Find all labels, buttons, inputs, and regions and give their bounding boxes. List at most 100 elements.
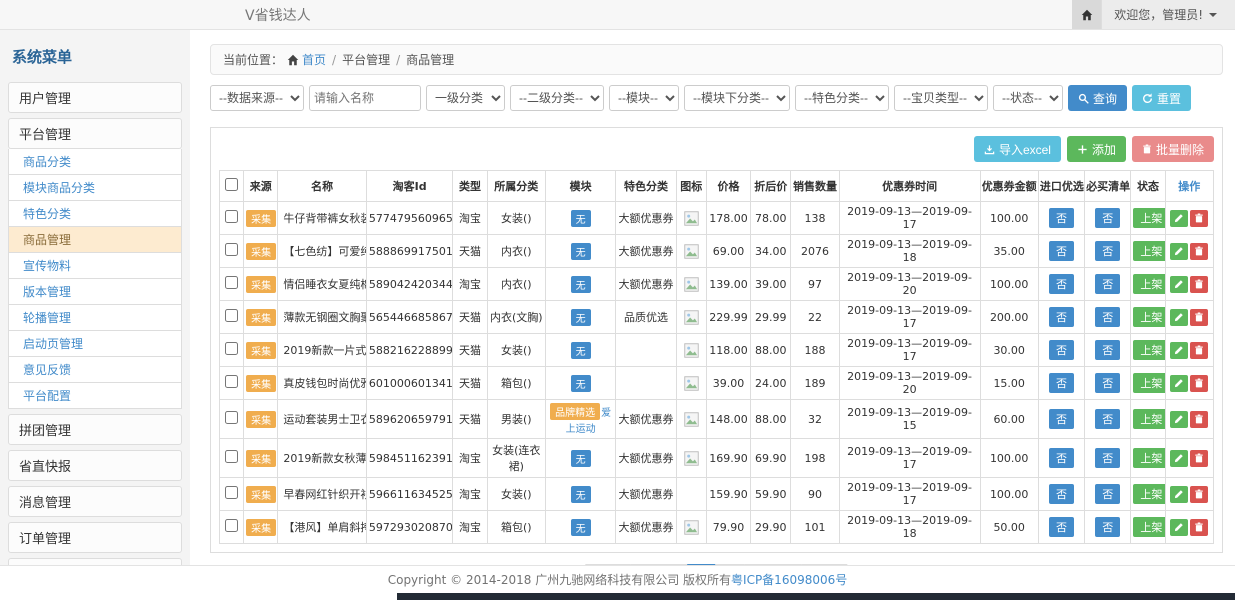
- sidebar-item-14[interactable]: 消息管理: [8, 486, 182, 517]
- edit-button[interactable]: [1170, 450, 1188, 467]
- edit-button[interactable]: [1170, 375, 1188, 392]
- row-checkbox[interactable]: [225, 411, 238, 424]
- add-button[interactable]: 添加: [1067, 136, 1126, 162]
- must-buy-toggle[interactable]: 否: [1095, 307, 1120, 327]
- status-button[interactable]: 上架: [1133, 448, 1165, 468]
- delete-button[interactable]: [1190, 519, 1208, 536]
- pager-button-0[interactable]: 首页: [585, 564, 631, 566]
- sidebar-item-15[interactable]: 订单管理: [8, 522, 182, 553]
- row-checkbox[interactable]: [225, 486, 238, 499]
- filter-select-5[interactable]: --特色分类--: [795, 85, 889, 111]
- filter-select-6[interactable]: --宝贝类型--: [894, 85, 988, 111]
- pager-button-4[interactable]: 下一页: [744, 564, 802, 566]
- edit-button[interactable]: [1170, 486, 1188, 503]
- filter-select-0[interactable]: --数据来源--: [210, 85, 304, 111]
- filter-select-7[interactable]: --状态--: [993, 85, 1063, 111]
- must-buy-toggle[interactable]: 否: [1095, 373, 1120, 393]
- must-buy-toggle[interactable]: 否: [1095, 448, 1120, 468]
- sidebar-item-16[interactable]: 兑换管理: [8, 558, 182, 565]
- delete-button[interactable]: [1190, 309, 1208, 326]
- sidebar-item-4[interactable]: 特色分类: [8, 201, 182, 227]
- edit-button[interactable]: [1170, 243, 1188, 260]
- filter-select-4[interactable]: --模块下分类--: [684, 85, 790, 111]
- status-button[interactable]: 上架: [1133, 340, 1165, 360]
- import-select-toggle[interactable]: 否: [1049, 373, 1074, 393]
- row-checkbox[interactable]: [225, 375, 238, 388]
- delete-button[interactable]: [1190, 486, 1208, 503]
- filter-select-1[interactable]: 一级分类: [426, 85, 505, 111]
- home-button[interactable]: [1072, 0, 1102, 29]
- row-checkbox[interactable]: [225, 276, 238, 289]
- must-buy-toggle[interactable]: 否: [1095, 274, 1120, 294]
- sidebar-item-5[interactable]: 商品管理: [8, 227, 182, 253]
- name-search-input[interactable]: [309, 85, 421, 111]
- sidebar-item-8[interactable]: 轮播管理: [8, 305, 182, 331]
- must-buy-toggle[interactable]: 否: [1095, 484, 1120, 504]
- sidebar-item-9[interactable]: 启动页管理: [8, 331, 182, 357]
- sidebar-item-11[interactable]: 平台配置: [8, 383, 182, 409]
- sidebar-item-0[interactable]: 用户管理: [8, 82, 182, 113]
- sidebar-item-12[interactable]: 拼团管理: [8, 414, 182, 445]
- import-select-toggle[interactable]: 否: [1049, 274, 1074, 294]
- row-checkbox[interactable]: [225, 519, 238, 532]
- edit-button[interactable]: [1170, 210, 1188, 227]
- status-button[interactable]: 上架: [1133, 241, 1165, 261]
- import-excel-button[interactable]: 导入excel: [974, 136, 1061, 162]
- import-select-toggle[interactable]: 否: [1049, 448, 1074, 468]
- sidebar-item-7[interactable]: 版本管理: [8, 279, 182, 305]
- status-button[interactable]: 上架: [1133, 208, 1165, 228]
- import-select-toggle[interactable]: 否: [1049, 517, 1074, 537]
- pager-button-3[interactable]: 2: [716, 564, 746, 566]
- edit-button[interactable]: [1170, 276, 1188, 293]
- row-checkbox[interactable]: [225, 210, 238, 223]
- import-select-toggle[interactable]: 否: [1049, 208, 1074, 228]
- must-buy-toggle[interactable]: 否: [1095, 340, 1120, 360]
- import-select-toggle[interactable]: 否: [1049, 409, 1074, 429]
- import-select-toggle[interactable]: 否: [1049, 484, 1074, 504]
- sidebar-item-3[interactable]: 模块商品分类: [8, 175, 182, 201]
- delete-button[interactable]: [1190, 276, 1208, 293]
- edit-button[interactable]: [1170, 519, 1188, 536]
- select-all-checkbox[interactable]: [225, 178, 238, 191]
- delete-button[interactable]: [1190, 450, 1208, 467]
- sidebar-item-1[interactable]: 平台管理: [8, 118, 182, 149]
- row-checkbox[interactable]: [225, 450, 238, 463]
- status-button[interactable]: 上架: [1133, 484, 1165, 504]
- must-buy-toggle[interactable]: 否: [1095, 241, 1120, 261]
- delete-button[interactable]: [1190, 342, 1208, 359]
- pager-button-5[interactable]: 末页: [801, 564, 847, 566]
- status-button[interactable]: 上架: [1133, 373, 1165, 393]
- row-checkbox[interactable]: [225, 342, 238, 355]
- row-checkbox[interactable]: [225, 243, 238, 256]
- reset-button[interactable]: 重置: [1132, 85, 1191, 111]
- sidebar-item-13[interactable]: 省直快报: [8, 450, 182, 481]
- import-select-toggle[interactable]: 否: [1049, 340, 1074, 360]
- batch-delete-button[interactable]: 批量删除: [1132, 136, 1214, 162]
- pager-button-2[interactable]: 1: [687, 564, 717, 566]
- breadcrumb-home-link[interactable]: 首页: [287, 51, 326, 68]
- filter-select-3[interactable]: --模块--: [609, 85, 679, 111]
- icp-link[interactable]: 粤ICP备16098006号: [731, 573, 847, 587]
- edit-button[interactable]: [1170, 309, 1188, 326]
- edit-button[interactable]: [1170, 411, 1188, 428]
- row-checkbox[interactable]: [225, 309, 238, 322]
- delete-button[interactable]: [1190, 210, 1208, 227]
- import-select-toggle[interactable]: 否: [1049, 307, 1074, 327]
- sidebar-item-10[interactable]: 意见反馈: [8, 357, 182, 383]
- sidebar-item-6[interactable]: 宣传物料: [8, 253, 182, 279]
- filter-select-2[interactable]: --二级分类--: [510, 85, 604, 111]
- delete-button[interactable]: [1190, 243, 1208, 260]
- status-button[interactable]: 上架: [1133, 307, 1165, 327]
- status-button[interactable]: 上架: [1133, 517, 1165, 537]
- edit-button[interactable]: [1170, 342, 1188, 359]
- must-buy-toggle[interactable]: 否: [1095, 517, 1120, 537]
- import-select-toggle[interactable]: 否: [1049, 241, 1074, 261]
- user-menu[interactable]: 欢迎您，管理员!: [1102, 0, 1235, 29]
- search-button[interactable]: 查询: [1068, 85, 1127, 111]
- sidebar-item-2[interactable]: 商品分类: [8, 149, 182, 175]
- pager-button-1[interactable]: 上一页: [630, 564, 688, 566]
- must-buy-toggle[interactable]: 否: [1095, 409, 1120, 429]
- status-button[interactable]: 上架: [1133, 409, 1165, 429]
- must-buy-toggle[interactable]: 否: [1095, 208, 1120, 228]
- delete-button[interactable]: [1190, 375, 1208, 392]
